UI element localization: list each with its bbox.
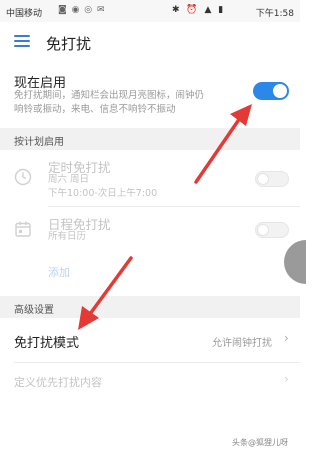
section-header-advanced-label: 高级设置 [14,305,54,316]
chevron-right-icon: › [284,331,289,345]
carrier-name: 中国移动 [6,9,43,19]
add-schedule-button[interactable]: 添加 [48,264,70,280]
now-enable-toggle[interactable] [253,82,289,100]
calendar-dnd-toggle[interactable] [255,222,289,238]
toggle-knob [257,173,269,185]
dnd-mode-value: 允许闹钟打扰 [212,338,272,349]
clock-icon [14,168,32,186]
timed-dnd-toggle[interactable] [255,171,289,187]
toggle-knob [257,224,269,236]
app-bar: 免打扰 [0,22,300,64]
divider [48,206,300,207]
dnd-mode-title: 免打扰模式 [14,336,80,351]
calendar-icon [15,221,31,237]
timed-dnd-days: 周六 周日 [48,174,90,185]
system-status-icons: ✱ ⏰ ▲ ▮ [172,5,226,15]
calendar-dnd-subtitle: 所有日历 [48,231,87,242]
priority-content-title: 定义优先打扰内容 [14,376,102,389]
watermark: 头条@狐狸儿呀 [232,438,288,447]
priority-content-row[interactable]: 定义优先打扰内容 › [0,364,300,398]
add-schedule-row[interactable]: 添加 [0,252,300,292]
dnd-mode-row[interactable]: 免打扰模式 允许闹钟打扰 › [0,320,300,360]
status-bar: 中国移动 ◙ ◉ ◎ ✉ ✱ ⏰ ▲ ▮ 下午1:58 [0,0,300,22]
notification-icons: ◙ ◉ ◎ ✉ [58,5,106,15]
menu-icon[interactable] [14,34,30,48]
page-title: 免打扰 [46,35,92,53]
section-header-scheduled-label: 按计划启用 [14,137,64,148]
section-header-advanced: 高级设置 [0,296,300,318]
timed-dnd-time-range: 下午10:00-次日上午7:00 [48,188,158,199]
clock: 下午1:58 [255,9,294,19]
divider [14,362,300,363]
section-header-scheduled: 按计划启用 [0,128,300,150]
now-enable-description-line1: 免打扰期间，通知栏会出现月亮图标，闹钟仍 [14,90,205,101]
now-enable-description-line2: 响铃或振动，来电、信息不响铃不振动 [14,104,176,115]
toggle-knob [273,84,287,98]
chevron-right-icon: › [284,372,289,386]
